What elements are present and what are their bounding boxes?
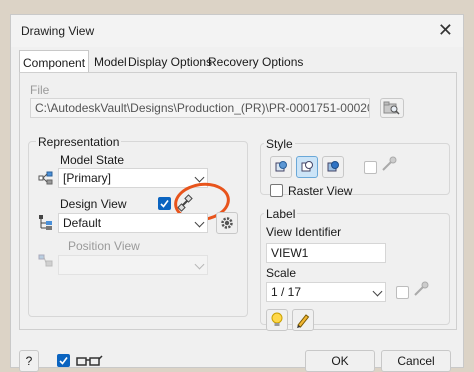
cancel-button[interactable]: Cancel (381, 350, 451, 372)
raster-view-checkbox[interactable] (270, 184, 283, 197)
hidden-line-icon (275, 161, 287, 172)
scale-value: 1 / 17 (271, 285, 302, 299)
style-label: Style (264, 137, 295, 151)
preview-glasses-icon (76, 355, 103, 366)
ok-button[interactable]: OK (305, 350, 375, 372)
design-view-select[interactable]: Default (58, 213, 208, 233)
model-state-select[interactable]: [Primary] (58, 168, 208, 188)
lightbulb-icon (271, 312, 283, 326)
hidden-line-removed-button[interactable] (296, 156, 318, 178)
chevron-down-icon (194, 172, 205, 183)
shaded-button[interactable] (322, 156, 344, 178)
drawing-view-dialog: Drawing View ✕ Component Model Display O… (10, 14, 464, 372)
representation-label: Representation (36, 135, 122, 149)
chevron-down-icon (194, 217, 205, 228)
raster-view-label: Raster View (288, 184, 353, 198)
shaded-icon (327, 161, 339, 172)
tab-model[interactable]: Model (91, 52, 130, 72)
position-view-icon (38, 254, 53, 267)
dialog-title: Drawing View (21, 24, 95, 38)
file-path-field[interactable]: C:\AutodeskVault\Designs\Production_(PR)… (30, 98, 370, 118)
title-bar[interactable]: Drawing View ✕ (11, 15, 463, 47)
view-identifier-label: View Identifier (266, 225, 342, 239)
folder-search-icon (383, 101, 400, 115)
design-view-value: Default (63, 216, 102, 230)
design-view-settings-button[interactable] (216, 212, 238, 234)
label-group-title: Label (264, 207, 298, 221)
design-view-icon (39, 215, 52, 230)
position-view-label: Position View (68, 239, 140, 253)
model-state-value: [Primary] (63, 171, 111, 185)
model-state-icon (38, 171, 53, 185)
gear-icon (221, 217, 233, 229)
hidden-line-button[interactable] (270, 156, 292, 178)
pencil-icon (297, 314, 310, 328)
check-icon (160, 200, 169, 208)
style-from-base-checkbox[interactable] (364, 161, 377, 174)
help-button[interactable]: ? (19, 350, 39, 372)
toggle-label-visibility-button[interactable] (266, 309, 288, 331)
associative-checkbox[interactable] (158, 197, 171, 210)
view-identifier-field[interactable]: VIEW1 (266, 243, 386, 263)
design-view-label: Design View (60, 197, 127, 211)
tab-component[interactable]: Component (19, 50, 90, 72)
scale-select[interactable]: 1 / 17 (266, 282, 386, 302)
edit-view-label-button[interactable] (292, 309, 314, 331)
check-icon (59, 357, 68, 365)
scale-from-base-checkbox[interactable] (396, 286, 409, 299)
position-view-select[interactable] (58, 255, 208, 275)
browse-file-button[interactable] (380, 98, 404, 118)
component-tab-panel: File C:\AutodeskVault\Designs\Production… (19, 72, 457, 331)
tab-display-options[interactable]: Display Options (125, 52, 215, 72)
close-icon[interactable]: ✕ (438, 20, 453, 40)
tab-recovery-options[interactable]: Recovery Options (205, 52, 306, 72)
scale-link-icon (414, 281, 429, 296)
chevron-down-icon (372, 286, 383, 297)
hidden-line-removed-icon (301, 161, 313, 172)
chevron-down-icon (194, 259, 205, 270)
file-label: File (30, 83, 50, 97)
help-icon: ? (25, 354, 33, 368)
preview-checkbox[interactable] (57, 354, 70, 367)
style-link-icon (382, 156, 397, 171)
scale-label: Scale (266, 266, 297, 280)
model-state-label: Model State (60, 153, 125, 167)
